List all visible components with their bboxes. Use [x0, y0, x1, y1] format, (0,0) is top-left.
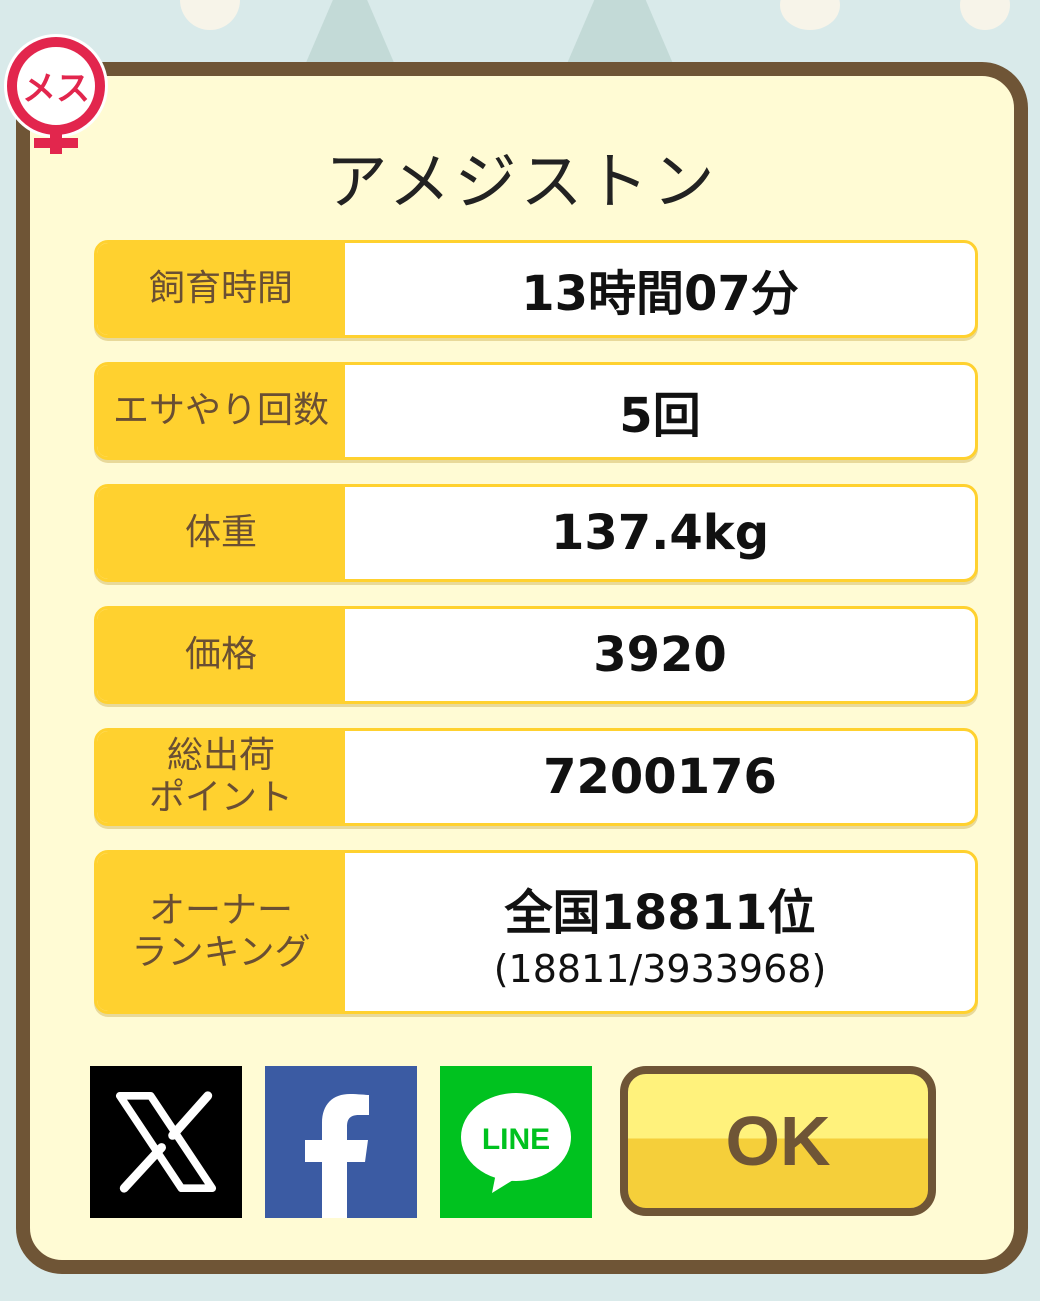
stat-label: エサやり回数 — [97, 365, 345, 457]
ranking-main: 全国18811位 — [504, 885, 816, 941]
share-line-button[interactable]: LINE — [440, 1066, 592, 1218]
stat-row-shipping-points: 総出荷 ポイント 7200176 — [94, 728, 978, 826]
stat-row-owner-ranking: オーナー ランキング 全国18811位 (18811/3933968) — [94, 850, 978, 1014]
stat-label: 価格 — [97, 609, 345, 701]
x-logo-icon — [115, 1091, 217, 1193]
stat-value: 5回 — [619, 388, 701, 444]
badge-text: メス — [22, 69, 90, 109]
pig-info-dialog: アメジストン 飼育時間 13時間07分 エサやり回数 5回 体重 137.4kg… — [16, 62, 1028, 1274]
stat-value: 7200176 — [543, 749, 777, 805]
female-symbol-icon: メス — [4, 34, 108, 154]
female-badge: メス — [0, 20, 112, 160]
share-facebook-button[interactable] — [265, 1066, 417, 1218]
ranking-detail: (18811/3933968) — [493, 947, 827, 991]
facebook-logo-icon — [305, 1094, 369, 1218]
stat-row-price: 価格 3920 — [94, 606, 978, 704]
stat-row-feed-count: エサやり回数 5回 — [94, 362, 978, 460]
stat-label: オーナー ランキング — [97, 853, 345, 1011]
stat-value: 137.4kg — [550, 505, 770, 561]
stat-value: 13時間07分 — [521, 266, 799, 322]
stat-row-weight: 体重 137.4kg — [94, 484, 978, 582]
pig-name-title: アメジストン — [325, 145, 719, 218]
stat-row-breeding-time: 飼育時間 13時間07分 — [94, 240, 978, 338]
line-logo-icon: LINE — [461, 1093, 571, 1193]
stat-value: 3920 — [593, 627, 727, 683]
share-x-button[interactable] — [90, 1066, 242, 1218]
stat-label: 体重 — [97, 487, 345, 579]
stat-label: 総出荷 ポイント — [97, 731, 345, 823]
ranking-value: 全国18811位 (18811/3933968) — [345, 853, 975, 1011]
ok-button[interactable]: OK — [620, 1066, 936, 1216]
stat-label: 飼育時間 — [97, 243, 345, 335]
line-logo-text: LINE — [482, 1123, 550, 1156]
